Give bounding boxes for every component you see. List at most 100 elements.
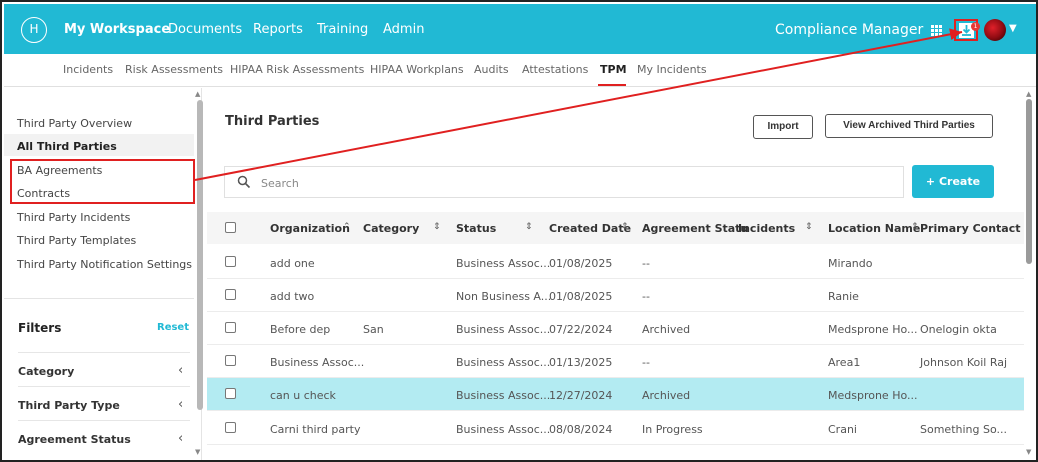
sort-icon[interactable]: ⇕ [805,222,813,232]
row-checkbox[interactable] [225,322,236,333]
nav-training[interactable]: Training [317,22,368,37]
tab-hipaa-risk-assessments[interactable]: HIPAA Risk Assessments [230,63,364,76]
cell-created-date: 01/08/2025 [549,257,613,270]
sidebar-item-notification-settings[interactable]: Third Party Notification Settings [17,258,192,271]
row-checkbox[interactable] [225,256,236,267]
main-scrollbar[interactable] [1026,99,1032,264]
cell-organization: Business Assoc... [270,356,365,369]
col-primary-contact[interactable]: Primary Contact [920,222,1021,235]
app-title: Compliance Manager [775,22,924,38]
download-button[interactable]: 1 [954,19,980,41]
cell-agreement-status: -- [642,257,650,270]
tab-hipaa-workplans[interactable]: HIPAA Workplans [370,63,464,76]
sort-icon[interactable]: ⇕ [621,222,629,232]
row-checkbox[interactable] [225,422,236,433]
search-icon [237,175,251,189]
filter-category[interactable]: Category ‹ [18,352,190,386]
tab-my-incidents[interactable]: My Incidents [637,63,707,76]
view-archived-button[interactable]: View Archived Third Parties [825,114,993,138]
reset-filters-link[interactable]: Reset [157,322,189,333]
filter-label: Agreement Status [18,433,131,446]
cell-organization: add two [270,290,315,303]
tab-risk-assessments[interactable]: Risk Assessments [125,63,223,76]
chevron-left-icon: ‹ [178,363,184,378]
sort-asc-icon[interactable]: ⌃ [343,222,351,232]
table-row[interactable]: Before dep San Business Assoc... 07/22/2… [207,312,1024,345]
apps-grid-icon[interactable] [931,25,943,36]
cell-primary-contact: Something So... [920,423,1007,436]
col-location-name[interactable]: Location Name [828,222,920,235]
nav-reports[interactable]: Reports [253,22,303,37]
cell-created-date: 01/08/2025 [549,290,613,303]
cell-created-date: 12/27/2024 [549,389,613,402]
cell-location: Ranie [828,290,859,303]
page-title: Third Parties [225,114,320,129]
sort-icon[interactable]: ⇕ [525,222,533,232]
search-bar[interactable] [224,166,904,198]
sidebar-item-third-party-overview[interactable]: Third Party Overview [17,117,132,130]
row-checkbox[interactable] [225,355,236,366]
sidebar-item-all-third-parties[interactable]: All Third Parties [17,140,117,153]
cell-location: Medsprone Ho... [828,323,918,336]
search-input[interactable] [261,174,861,192]
scroll-up-arrow[interactable]: ▲ [1026,90,1031,98]
download-icon: 1 [959,22,980,38]
table-row[interactable]: add one Business Assoc... 01/08/2025 -- … [207,246,1024,279]
table-row[interactable]: Business Assoc... Business Assoc... 01/1… [207,345,1024,378]
cell-organization: Carni third party [270,423,361,436]
cell-primary-contact: Johnson Koil Raj [920,356,1008,369]
cell-location: Mirando [828,257,873,270]
scroll-down-arrow[interactable]: ▼ [195,448,200,456]
col-organization[interactable]: Organization [270,222,350,235]
sidebar-item-third-party-incidents[interactable]: Third Party Incidents [17,211,130,224]
cell-agreement-status: In Progress [642,423,703,436]
cell-agreement-status: -- [642,356,650,369]
table-row[interactable]: add two Non Business A... 01/08/2025 -- … [207,279,1024,312]
import-button[interactable]: Import [753,115,813,139]
cell-status: Business Assoc... [456,389,551,402]
sort-icon[interactable]: ⇕ [433,222,441,232]
col-agreement-status[interactable]: Agreement Statu [642,222,748,235]
nav-my-workspace[interactable]: My Workspace [64,22,170,37]
sidebar-item-third-party-templates[interactable]: Third Party Templates [17,234,136,247]
tab-attestations[interactable]: Attestations [522,63,588,76]
row-checkbox[interactable] [225,388,236,399]
user-avatar[interactable] [984,19,1006,41]
table-row[interactable]: Carni third party Business Assoc... 08/0… [207,412,1024,445]
cell-status: Business Assoc... [456,356,551,369]
app-logo[interactable]: H [21,17,47,43]
tab-incidents[interactable]: Incidents [63,63,113,76]
cell-agreement-status: Archived [642,323,691,336]
row-checkbox[interactable] [225,289,236,300]
select-all-checkbox[interactable] [225,222,236,233]
scroll-up-arrow[interactable]: ▲ [195,90,200,98]
scroll-down-arrow[interactable]: ▼ [1026,448,1031,456]
create-button[interactable]: + Create [912,165,994,198]
tab-audits[interactable]: Audits [474,63,509,76]
nav-admin[interactable]: Admin [383,22,424,37]
col-status[interactable]: Status [456,222,496,235]
sort-icon[interactable]: ⇕ [911,222,919,232]
sidebar-scrollbar[interactable] [197,100,203,410]
cell-organization: Before dep [270,323,331,336]
cell-location: Crani [828,423,857,436]
filter-third-party-type[interactable]: Third Party Type ‹ [18,386,190,420]
filter-label: Category [18,365,75,378]
cell-primary-contact: Onelogin okta [920,323,997,336]
cell-created-date: 08/08/2024 [549,423,613,436]
filter-agreement-status[interactable]: Agreement Status ‹ [18,420,190,454]
cell-agreement-status: Archived [642,389,691,402]
col-created-date[interactable]: Created Date [549,222,631,235]
cell-category: San [363,323,384,336]
cell-status: Business Assoc... [456,323,551,336]
app-window: H My Workspace Documents Reports Trainin… [0,0,1038,462]
chevron-down-icon[interactable]: ▼ [1009,23,1017,34]
table-header: Organization ⌃ Category ⇕ Status ⇕ Creat… [207,212,1024,244]
notification-badge: 1 [971,22,980,31]
cell-created-date: 01/13/2025 [549,356,613,369]
table-row-highlighted[interactable]: can u check Business Assoc... 12/27/2024… [207,378,1024,411]
nav-documents[interactable]: Documents [168,22,242,37]
col-incidents[interactable]: Incidents [738,222,795,235]
tab-tpm[interactable]: TPM [600,63,627,76]
col-category[interactable]: Category [363,222,419,235]
